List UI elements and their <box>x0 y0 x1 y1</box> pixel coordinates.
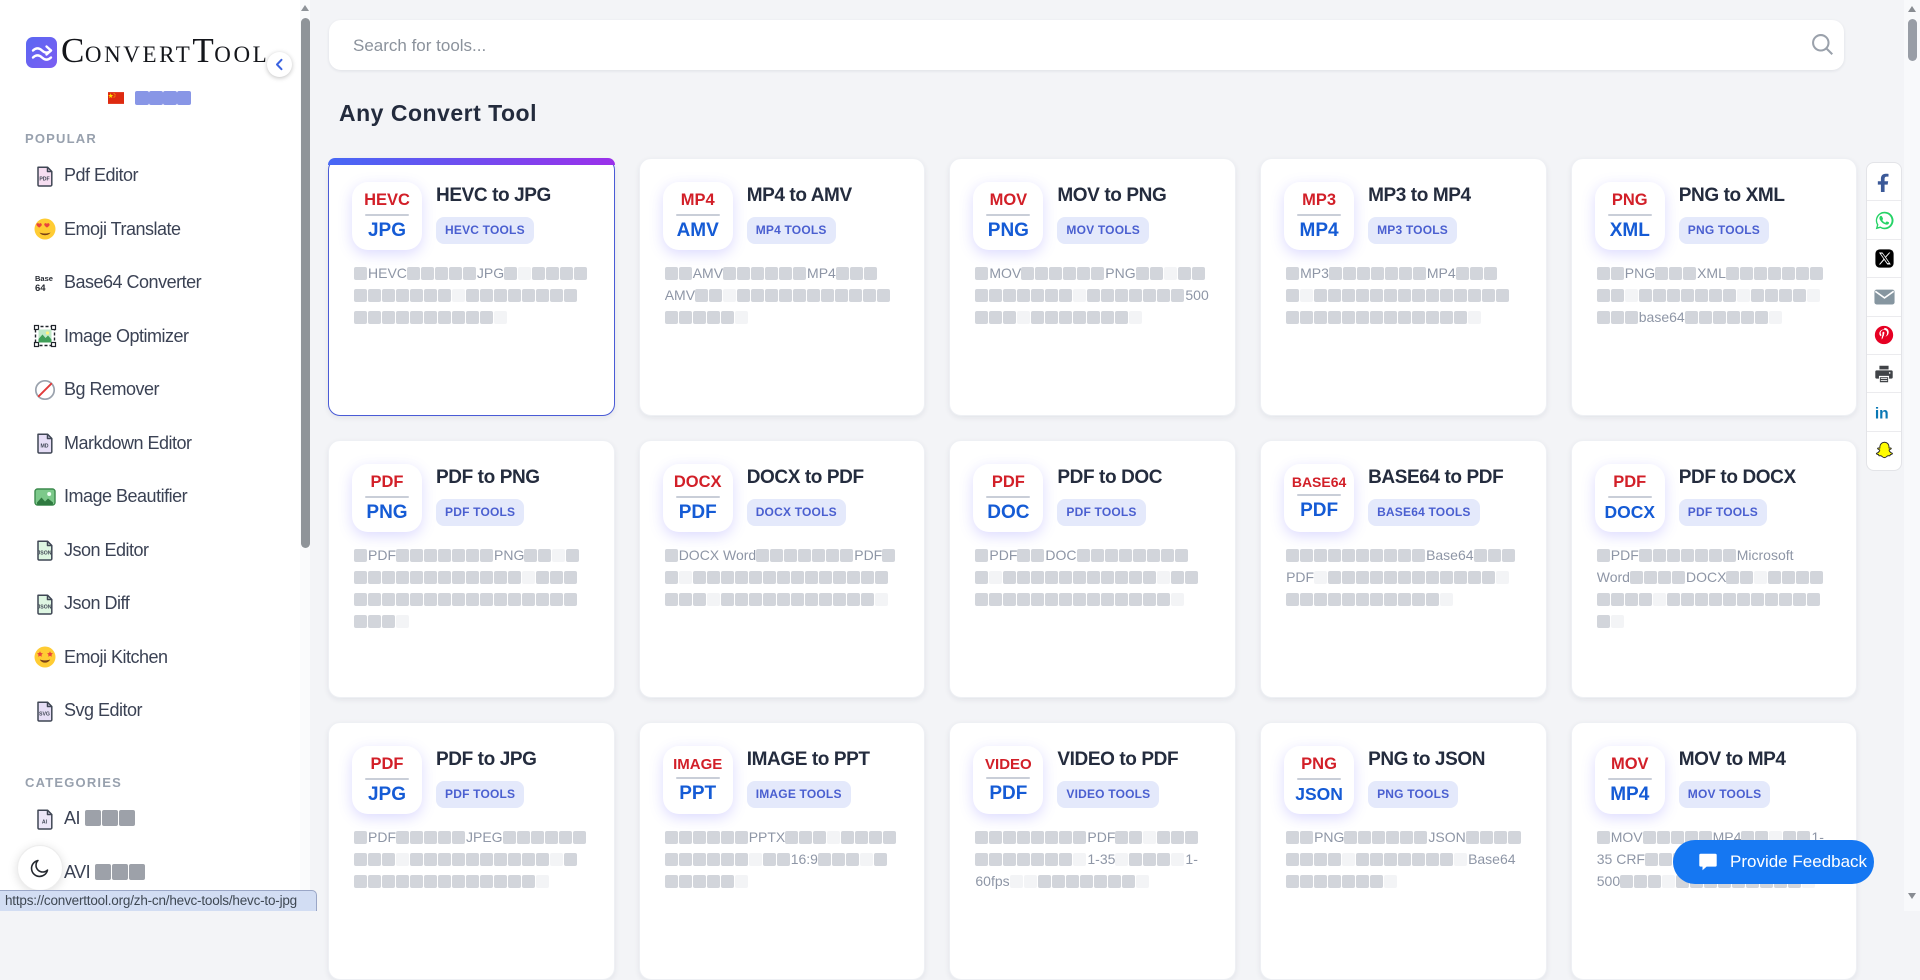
svg-text:AI: AI <box>42 819 48 825</box>
svg-text:JSON: JSON <box>37 604 51 610</box>
svg-text:PDF: PDF <box>39 176 49 182</box>
svg-text:in: in <box>1875 405 1889 422</box>
svg-text:SVG: SVG <box>39 711 50 717</box>
svg-text:64: 64 <box>35 283 46 294</box>
svg-text:JSON: JSON <box>37 551 51 557</box>
svg-text:MD: MD <box>40 444 48 450</box>
svg-text:Base: Base <box>35 274 53 283</box>
